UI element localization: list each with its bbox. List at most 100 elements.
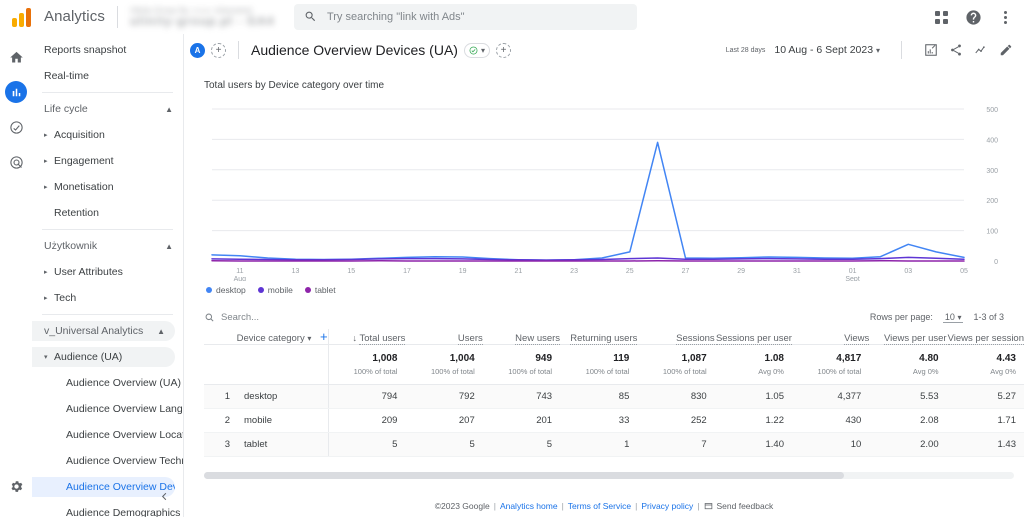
analytics-app: Analytics Ulinity Group Sp. z o.o. (niez… [0,0,1024,517]
sidebar-item-audience-overview-technology[interactable]: Audience Overview Techn… [32,451,183,471]
sidebar-group-life-cycle[interactable]: Life cycle ▲ [32,99,183,119]
table-row[interactable]: 3 tablet 5 5 5 1 7 1.40 10 2.00 1.43 [204,432,1024,457]
add-dimension-button[interactable]: + [320,329,328,344]
sidebar-group-label: v_Universal Analytics [44,325,144,337]
footer-send-feedback[interactable]: Send feedback [717,501,774,511]
sidebar-item-real-time[interactable]: Real-time [32,66,183,86]
sidebar: Reports snapshot Real-time Life cycle ▲ … [32,34,184,517]
legend-item-tablet[interactable]: tablet [304,285,336,295]
sidebar-item-user-attributes[interactable]: ▸ User Attributes [32,262,183,282]
row-metric-cell: 5 [328,432,406,457]
sidebar-group-uzytkownik[interactable]: Użytkownik ▲ [32,236,183,256]
avatar[interactable]: A [190,42,205,58]
legend-swatch-tablet [304,287,311,293]
rail-item-advertising[interactable] [5,151,27,173]
rows-per-page-select[interactable]: 10 ▾ [942,312,964,323]
sidebar-item-reports-snapshot[interactable]: Reports snapshot [32,40,183,60]
column-header-views-per-session[interactable]: Views per session [946,329,1024,345]
column-header-new-users[interactable]: New users [482,329,561,345]
sidebar-item-tech[interactable]: ▸ Tech [32,288,183,308]
sidebar-item-monetisation[interactable]: ▸ Monetisation [32,177,183,197]
row-metric-cell: 4,377 [791,384,870,409]
account-line-2: ulinity-group.pl - GA4 [129,13,275,28]
subtotal-cell: 100% of total [791,367,870,385]
totals-cell: 1.08 [764,353,784,364]
row-dimension-name: tablet [244,439,268,450]
apps-grid-icon[interactable] [928,4,954,30]
sidebar-collapse-button[interactable] [155,487,173,505]
feedback-icon [704,502,712,509]
add-comparison-button[interactable]: + [211,42,226,58]
legend-item-desktop[interactable]: desktop [206,285,246,295]
check-circle-icon [469,46,478,54]
totals-dimension-cell [204,344,329,367]
sidebar-item-retention[interactable]: Retention [32,203,183,223]
svg-text:19: 19 [459,268,467,275]
row-dimension-cell[interactable]: 3 tablet [204,432,329,457]
column-header-views-per-user[interactable]: Views per user [869,329,947,345]
row-metric-cell: 2.00 [869,432,947,457]
column-header-label: Views per user [883,333,947,345]
more-vert-icon[interactable] [992,4,1018,30]
sidebar-item-audience-overview-ua[interactable]: Audience Overview (UA) [32,373,183,393]
legend-swatch-mobile [257,287,264,293]
footer-link-analytics-home[interactable]: Analytics home [500,501,558,511]
svg-text:Aug: Aug [234,276,247,281]
column-header-sessions-per-user[interactable]: Sessions per user [714,329,792,345]
actions-divider [901,41,902,59]
row-rank: 1 [224,391,230,402]
row-metric-cell: 830 [637,384,715,409]
help-icon[interactable] [960,4,986,30]
row-rank: 2 [224,415,230,426]
status-badge[interactable]: ▾ [463,42,490,58]
sidebar-item-audience-overview-location[interactable]: Audience Overview Locati… [32,425,183,445]
sidebar-item-label: Monetisation [54,181,114,193]
rail-item-home[interactable] [5,46,27,68]
legend-item-mobile[interactable]: mobile [257,285,293,295]
share-icon[interactable] [948,42,964,58]
column-header-returning-users[interactable]: Returning users [560,329,638,345]
subtotal-cell: Avg 0% [869,367,947,385]
subtotal-dimension-cell [204,367,329,385]
chart-title: Total users by Device category over time [204,80,385,91]
column-header-views[interactable]: Views [791,329,870,345]
column-header-total-users[interactable]: ↓ Total users [328,329,406,345]
dimension-header-cell[interactable]: Device category ▾ + [204,329,329,345]
svg-text:23: 23 [570,268,578,275]
chevron-down-icon[interactable]: ▾ [307,334,311,343]
rail-item-explore[interactable] [5,116,27,138]
rail-item-reports[interactable] [5,81,27,103]
rail-item-admin[interactable] [5,475,27,497]
advertising-icon [9,155,23,169]
svg-text:27: 27 [682,268,690,275]
sidebar-group-universal-analytics[interactable]: v_Universal Analytics ▲ [32,321,175,341]
footer-link-terms[interactable]: Terms of Service [568,501,631,511]
horizontal-scrollbar[interactable] [204,472,1014,479]
column-header-users[interactable]: Users [405,329,483,345]
row-dimension-cell[interactable]: 2 mobile [204,408,329,433]
table-search-input[interactable]: Search... [204,312,259,323]
table-row[interactable]: 2 mobile 209 207 201 33 252 1.22 430 2.08 1.71 [204,408,1024,433]
totals-cell: 4.80 [919,353,939,364]
row-metric-cell: 1 [560,432,638,457]
insights-icon[interactable] [923,42,939,58]
edit-icon[interactable] [998,42,1014,58]
column-header-sessions[interactable]: Sessions [637,329,715,345]
sidebar-item-engagement[interactable]: ▸ Engagement [32,151,183,171]
add-report-button[interactable]: + [495,42,511,58]
row-dimension-cell[interactable]: 1 desktop [204,384,329,409]
sidebar-item-acquisition[interactable]: ▸ Acquisition [32,125,183,145]
search-input[interactable]: Try searching "link with Ads" [293,3,637,30]
date-range-picker[interactable]: 10 Aug - 6 Sept 2023 ▾ [774,44,880,56]
footer-link-privacy[interactable]: Privacy policy [641,501,693,511]
sidebar-item-audience-demographics[interactable]: Audience Demographics (… [32,503,183,517]
account-selector[interactable]: Ulinity Group Sp. z o.o. (nieznane) ulin… [130,6,280,28]
sidebar-item-audience-overview-language[interactable]: Audience Overview Langu… [32,399,183,419]
sidebar-item-audience-ua[interactable]: ▾ Audience (UA) [32,347,175,367]
column-header-label: Views [844,333,870,345]
table-row[interactable]: 1 desktop 794 792 743 85 830 1.05 4,377 5.53 5.27 [204,384,1024,409]
sidebar-item-audience-overview-devices[interactable]: Audience Overview Device… [32,477,175,497]
left-rail [0,34,32,517]
share-glyph [951,44,961,56]
compare-icon[interactable] [973,42,989,58]
